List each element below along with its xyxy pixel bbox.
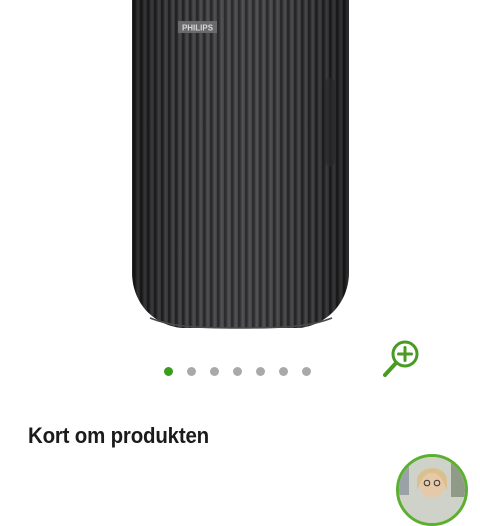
advisor-avatar[interactable]	[396, 454, 468, 526]
gallery-dot-5[interactable]	[256, 366, 265, 376]
gallery-dot-4[interactable]	[233, 366, 242, 376]
product-image[interactable]: PHILIPS	[0, 0, 480, 345]
gallery-dot-7[interactable]	[302, 366, 311, 376]
gallery-dot-2[interactable]	[187, 366, 196, 376]
gallery-dot-3[interactable]	[210, 366, 219, 376]
section-title: Kort om produkten	[28, 423, 209, 448]
description-text-peek	[160, 474, 190, 480]
philips-logo: PHILIPS	[178, 21, 217, 33]
advisor-photo	[399, 457, 465, 523]
gallery-dot-1[interactable]	[164, 366, 173, 376]
speaker-product-photo: PHILIPS	[132, 0, 349, 329]
brand-logo-text: PHILIPS	[182, 24, 214, 33]
gallery-pagination	[164, 364, 311, 378]
gallery-dot-6[interactable]	[279, 366, 288, 376]
zoom-button[interactable]	[378, 338, 426, 384]
zoom-in-icon	[383, 340, 419, 377]
